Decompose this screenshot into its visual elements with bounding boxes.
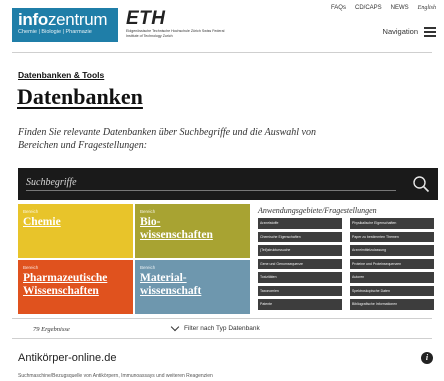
header-divider bbox=[12, 52, 432, 53]
navigation-toggle[interactable]: Navigation bbox=[382, 27, 436, 37]
chevron-down-icon bbox=[170, 322, 180, 331]
tile-chemie[interactable]: Bereich Chemie bbox=[18, 204, 133, 258]
breadcrumb[interactable]: Datenbanken & Tools bbox=[18, 70, 104, 80]
question-tag[interactable]: Spektroskopische Daten bbox=[350, 285, 434, 296]
navigation-label: Navigation bbox=[382, 27, 418, 36]
search-bar bbox=[18, 168, 438, 200]
header: infozentrum Chemie | Biologie | Pharmazi… bbox=[0, 0, 444, 48]
tile-pharmazeutische-wissenschaften[interactable]: Bereich Pharmazeutische Wissenschaften bbox=[18, 260, 133, 314]
question-tag[interactable]: Autoren bbox=[350, 272, 434, 283]
question-tag[interactable]: Chemische Eigenschaften bbox=[258, 231, 342, 242]
question-tag[interactable]: Arzneistoffe bbox=[258, 218, 342, 229]
tile-label: Material- wissenschaft bbox=[140, 272, 202, 297]
page-title: Datenbanken bbox=[17, 84, 143, 109]
tile-biowissenschaften[interactable]: Bereich Bio- wissenschaften bbox=[135, 204, 250, 258]
info-icon[interactable]: i bbox=[421, 352, 433, 364]
questions-title: Anwendungsgebiete/Fragestellungen bbox=[258, 206, 377, 215]
filter-label: Filter nach Typ Datenbank bbox=[184, 325, 260, 332]
question-tag[interactable]: Physikalische Eigenschaften bbox=[350, 218, 434, 229]
tile-materialwissenschaft[interactable]: Bereich Material- wissenschaft bbox=[135, 260, 250, 314]
hamburger-menu-icon bbox=[424, 27, 436, 37]
tile-label: Pharmazeutische Wissenschaften bbox=[23, 272, 108, 297]
link-english[interactable]: English bbox=[418, 5, 436, 11]
filter-dropdown[interactable]: Filter nach Typ Datenbank bbox=[170, 322, 260, 332]
search-icon[interactable] bbox=[412, 175, 430, 193]
link-news[interactable]: NEWS bbox=[391, 5, 409, 11]
link-cdcaps[interactable]: CD/CAPS bbox=[355, 5, 382, 11]
infozentrum-logo[interactable]: infozentrum Chemie | Biologie | Pharmazi… bbox=[12, 8, 118, 42]
question-tag[interactable]: Taxonomien bbox=[258, 285, 342, 296]
top-links: FAQs CD/CAPS NEWS English bbox=[331, 5, 436, 11]
link-faqs[interactable]: FAQs bbox=[331, 5, 346, 11]
results-divider-bottom bbox=[12, 338, 432, 339]
question-tag[interactable]: Gene und Genomsequenze bbox=[258, 258, 342, 269]
question-tag[interactable]: Bibliografische Informationen bbox=[350, 299, 434, 310]
question-tag[interactable]: Toxizitäten bbox=[258, 272, 342, 283]
question-tag[interactable]: (Teil)strukturssuche bbox=[258, 245, 342, 256]
tile-label: Bio- wissenschaften bbox=[140, 216, 213, 241]
question-tag[interactable]: Patente bbox=[258, 299, 342, 310]
result-description: Suchmaschine/Bezugsquelle von Antikörper… bbox=[18, 373, 213, 379]
search-input[interactable] bbox=[26, 177, 396, 191]
question-tag[interactable]: Paper zu bestimmten Themen bbox=[350, 231, 434, 242]
questions-grid: Arzneistoffe Physikalische Eigenschaften… bbox=[258, 218, 438, 310]
results-divider-top bbox=[12, 318, 432, 319]
result-title[interactable]: Antikörper-online.de bbox=[18, 352, 116, 364]
question-tag[interactable]: Proteine und Proteinsequenzen bbox=[350, 258, 434, 269]
eth-logo[interactable]: ETH Eidgenössische Technische Hochschule… bbox=[126, 9, 236, 39]
tile-label: Chemie bbox=[23, 216, 61, 228]
question-tag[interactable]: Arzneimittelzulassung bbox=[350, 245, 434, 256]
results-count: 79 Ergebnisse bbox=[33, 326, 70, 333]
intro-text: Finden Sie relevante Datenbanken über Su… bbox=[18, 127, 316, 151]
